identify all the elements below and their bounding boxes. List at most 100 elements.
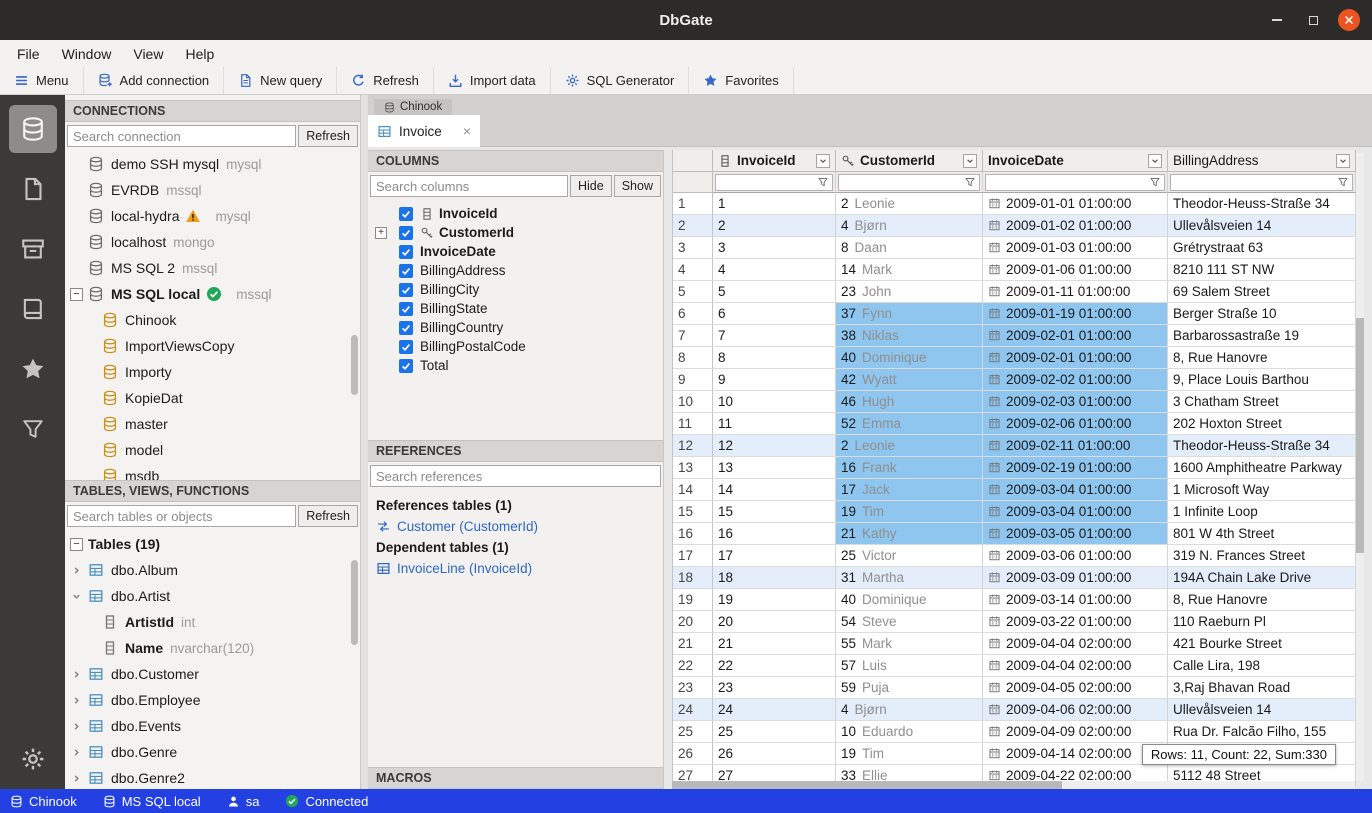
cell-BillingAddress[interactable]: 421 Bourke Street: [1168, 633, 1356, 655]
cell-InvoiceDate[interactable]: 2009-04-04 02:00:00: [983, 633, 1168, 655]
tables-scrollbar[interactable]: [351, 560, 358, 645]
cell-BillingAddress[interactable]: 9, Place Louis Barthou: [1168, 369, 1356, 391]
reference-link[interactable]: InvoiceLine (InvoiceId): [376, 558, 655, 579]
cell-InvoiceId[interactable]: 6: [713, 303, 836, 325]
cell-CustomerId[interactable]: 19Tim: [836, 501, 983, 523]
activity-history-button[interactable]: [9, 285, 57, 333]
cell-CustomerId[interactable]: 21Kathy: [836, 523, 983, 545]
row-number[interactable]: 18: [673, 567, 713, 589]
hide-columns-button[interactable]: Hide: [570, 175, 612, 197]
menu-button[interactable]: Menu: [0, 67, 84, 94]
row-number[interactable]: 13: [673, 457, 713, 479]
cell-BillingAddress[interactable]: Theodor-Heuss-Straße 34: [1168, 193, 1356, 215]
row-number[interactable]: 17: [673, 545, 713, 567]
maximize-button[interactable]: [1302, 9, 1324, 31]
row-number[interactable]: 19: [673, 589, 713, 611]
cell-CustomerId[interactable]: 2Leonie: [836, 193, 983, 215]
row-number[interactable]: 16: [673, 523, 713, 545]
database-item[interactable]: master: [65, 411, 360, 437]
cell-InvoiceDate[interactable]: 2009-02-01 01:00:00: [983, 325, 1168, 347]
cell-BillingAddress[interactable]: Rua Dr. Falcão Filho, 155: [1168, 721, 1356, 743]
column-checkbox[interactable]: [399, 321, 413, 335]
column-toggle-row[interactable]: BillingAddress: [368, 261, 663, 280]
cell-BillingAddress[interactable]: 8, Rue Hanovre: [1168, 589, 1356, 611]
connection-item[interactable]: demo SSH mysqlmysql: [65, 151, 360, 177]
favorites-button[interactable]: Favorites: [689, 67, 793, 94]
database-item[interactable]: msdb: [65, 463, 360, 480]
cell-InvoiceDate[interactable]: 2009-02-19 01:00:00: [983, 457, 1168, 479]
cell-CustomerId[interactable]: 10Eduardo: [836, 721, 983, 743]
cell-InvoiceId[interactable]: 19: [713, 589, 836, 611]
cell-CustomerId[interactable]: 23John: [836, 281, 983, 303]
activity-database-button[interactable]: [9, 105, 57, 153]
table-item[interactable]: dbo.Album: [65, 557, 360, 583]
cell-InvoiceId[interactable]: 15: [713, 501, 836, 523]
add-connection-button[interactable]: Add connection: [84, 67, 225, 94]
row-number[interactable]: 15: [673, 501, 713, 523]
cell-CustomerId[interactable]: 8Daan: [836, 237, 983, 259]
column-toggle-row[interactable]: +CustomerId: [368, 223, 663, 242]
cell-CustomerId[interactable]: 40Dominique: [836, 347, 983, 369]
cell-InvoiceDate[interactable]: 2009-01-02 01:00:00: [983, 215, 1168, 237]
database-item[interactable]: ImportViewsCopy: [65, 333, 360, 359]
cell-CustomerId[interactable]: 40Dominique: [836, 589, 983, 611]
cell-InvoiceDate[interactable]: 2009-03-09 01:00:00: [983, 567, 1168, 589]
cell-InvoiceDate[interactable]: 2009-02-03 01:00:00: [983, 391, 1168, 413]
connection-item[interactable]: local-hydramysql: [65, 203, 360, 229]
tables-group-row[interactable]: −Tables (19): [65, 531, 360, 557]
import-data-button[interactable]: Import data: [434, 67, 551, 94]
search-columns-input[interactable]: [370, 175, 568, 197]
filter-input-BillingAddress[interactable]: [1170, 174, 1353, 191]
cell-BillingAddress[interactable]: 8210 111 ST NW: [1168, 259, 1356, 281]
show-columns-button[interactable]: Show: [614, 175, 661, 197]
cell-InvoiceId[interactable]: 20: [713, 611, 836, 633]
database-item[interactable]: Chinook: [65, 307, 360, 333]
table-item[interactable]: dbo.Genre: [65, 739, 360, 765]
cell-InvoiceDate[interactable]: 2009-03-14 01:00:00: [983, 589, 1168, 611]
column-checkbox[interactable]: [399, 207, 413, 221]
cell-InvoiceDate[interactable]: 2009-04-06 02:00:00: [983, 699, 1168, 721]
menu-window[interactable]: Window: [51, 46, 123, 62]
cell-CustomerId[interactable]: 19Tim: [836, 743, 983, 765]
column-checkbox[interactable]: [399, 359, 413, 373]
cell-InvoiceDate[interactable]: 2009-01-01 01:00:00: [983, 193, 1168, 215]
cell-InvoiceId[interactable]: 1: [713, 193, 836, 215]
cell-InvoiceDate[interactable]: 2009-04-09 02:00:00: [983, 721, 1168, 743]
grid-vertical-scrollbar[interactable]: [1356, 153, 1364, 781]
settings-button[interactable]: [20, 746, 46, 777]
tables-refresh-button[interactable]: Refresh: [298, 505, 358, 527]
column-header-InvoiceDate[interactable]: InvoiceDate: [983, 150, 1168, 172]
row-number[interactable]: 10: [673, 391, 713, 413]
chevron-right-icon[interactable]: [70, 746, 83, 759]
column-checkbox[interactable]: [399, 226, 413, 240]
cell-InvoiceDate[interactable]: 2009-03-22 01:00:00: [983, 611, 1168, 633]
cell-InvoiceDate[interactable]: 2009-01-03 01:00:00: [983, 237, 1168, 259]
table-item[interactable]: dbo.Artist: [65, 583, 360, 609]
row-number[interactable]: 9: [673, 369, 713, 391]
tab-close-icon[interactable]: ×: [463, 124, 471, 138]
cell-CustomerId[interactable]: 37Fynn: [836, 303, 983, 325]
cell-InvoiceDate[interactable]: 2009-02-11 01:00:00: [983, 435, 1168, 457]
row-number[interactable]: 2: [673, 215, 713, 237]
cell-BillingAddress[interactable]: 202 Hoxton Street: [1168, 413, 1356, 435]
column-header-BillingAddress[interactable]: BillingAddress: [1168, 150, 1356, 172]
column-checkbox[interactable]: [399, 264, 413, 278]
cell-CustomerId[interactable]: 38Niklas: [836, 325, 983, 347]
collapse-icon[interactable]: −: [70, 288, 83, 301]
row-number[interactable]: 7: [673, 325, 713, 347]
column-header-InvoiceId[interactable]: InvoiceId: [713, 150, 836, 172]
cell-InvoiceDate[interactable]: 2009-02-02 01:00:00: [983, 369, 1168, 391]
chevron-right-icon[interactable]: [70, 564, 83, 577]
cell-CustomerId[interactable]: 55Mark: [836, 633, 983, 655]
cell-InvoiceId[interactable]: 5: [713, 281, 836, 303]
cell-CustomerId[interactable]: 59Puja: [836, 677, 983, 699]
row-number[interactable]: 14: [673, 479, 713, 501]
cell-InvoiceId[interactable]: 12: [713, 435, 836, 457]
row-number[interactable]: 11: [673, 413, 713, 435]
cell-BillingAddress[interactable]: Ullevålsveien 14: [1168, 699, 1356, 721]
table-item[interactable]: dbo.Employee: [65, 687, 360, 713]
row-number[interactable]: 12: [673, 435, 713, 457]
table-column-item[interactable]: Namenvarchar(120): [65, 635, 360, 661]
refresh-button[interactable]: Refresh: [337, 67, 434, 94]
cell-InvoiceId[interactable]: 10: [713, 391, 836, 413]
